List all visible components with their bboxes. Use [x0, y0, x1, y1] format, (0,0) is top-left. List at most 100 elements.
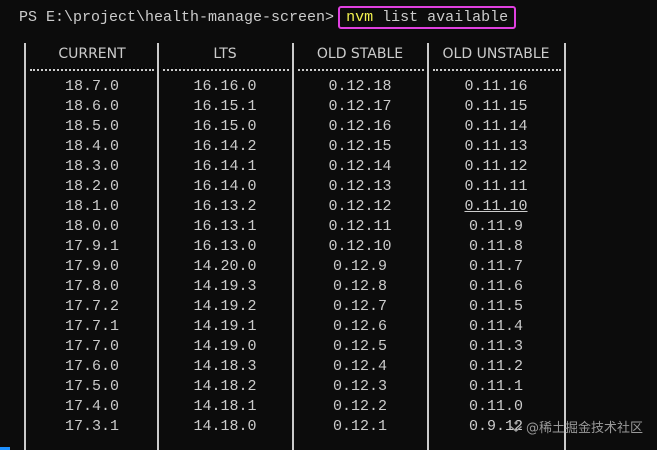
separator-dash — [433, 69, 561, 71]
separator-dash — [163, 69, 289, 71]
table-row: 18.7.0 16.16.0 0.12.18 0.11.16 — [0, 77, 657, 97]
cell-old-unstable: 0.11.5 — [468, 298, 523, 315]
table-row: 18.6.0 16.15.1 0.12.17 0.11.15 — [0, 97, 657, 117]
cell-old-stable: 0.12.8 — [332, 278, 387, 295]
cell-old-unstable: 0.11.11 — [464, 178, 528, 195]
cell-old-stable: 0.12.18 — [328, 78, 392, 95]
cell-current: 18.0.0 — [64, 218, 119, 235]
cell-current: 18.5.0 — [64, 118, 119, 135]
cell-lts: 14.20.0 — [193, 258, 257, 275]
table-row: 18.4.0 16.14.2 0.12.15 0.11.13 — [0, 137, 657, 157]
cell-old-stable: 0.12.15 — [328, 138, 392, 155]
header-old-unstable: OLD UNSTABLE — [442, 46, 550, 62]
cell-current: 18.4.0 — [64, 138, 119, 155]
terminal-window[interactable]: PS E:\project\health-manage-screen> nvm l… — [0, 0, 657, 450]
cell-lts: 16.13.2 — [193, 198, 257, 215]
table-row: 18.2.0 16.14.0 0.12.13 0.11.11 — [0, 177, 657, 197]
cell-old-unstable: 0.11.4 — [468, 318, 523, 335]
cell-old-stable: 0.12.11 — [328, 218, 392, 235]
cell-current: 17.8.0 — [64, 278, 119, 295]
cell-current: 17.7.0 — [64, 338, 119, 355]
cell-current: 17.4.0 — [64, 398, 119, 415]
table-row: 18.3.0 16.14.1 0.12.14 0.11.12 — [0, 157, 657, 177]
prompt-line: PS E:\project\health-manage-screen> nvm l… — [19, 5, 517, 29]
watermark-text: @稀土掘金技术社区 — [525, 421, 643, 436]
cell-lts: 16.14.0 — [193, 178, 257, 195]
table-row: 17.9.1 16.13.0 0.12.10 0.11.8 — [0, 237, 657, 257]
cell-old-stable: 0.12.7 — [332, 298, 387, 315]
cell-old-unstable: 0.11.16 — [464, 78, 528, 95]
table-row: 17.7.2 14.19.2 0.12.7 0.11.5 — [0, 297, 657, 317]
cell-old-stable: 0.12.10 — [328, 238, 392, 255]
cell-lts: 14.19.0 — [193, 338, 257, 355]
cell-old-stable: 0.12.6 — [332, 318, 387, 335]
cell-old-stable: 0.12.17 — [328, 98, 392, 115]
cell-lts: 14.19.2 — [193, 298, 257, 315]
cell-current: 17.7.2 — [64, 298, 119, 315]
header-separator — [0, 63, 657, 77]
cell-lts: 14.18.1 — [193, 398, 257, 415]
cell-current: 17.7.1 — [64, 318, 119, 335]
cell-lts: 14.18.2 — [193, 378, 257, 395]
cell-lts: 16.14.2 — [193, 138, 257, 155]
cell-old-stable: 0.12.9 — [332, 258, 387, 275]
separator-dash — [30, 69, 154, 71]
cell-lts: 16.14.1 — [193, 158, 257, 175]
table-header: CURRENT LTS OLD STABLE OLD UNSTABLE — [0, 44, 657, 64]
cell-old-stable: 0.12.5 — [332, 338, 387, 355]
table-row: 17.6.0 14.18.3 0.12.4 0.11.2 — [0, 357, 657, 377]
cell-current: 17.5.0 — [64, 378, 119, 395]
cell-old-stable: 0.12.16 — [328, 118, 392, 135]
table-row: 18.5.0 16.15.0 0.12.16 0.11.14 — [0, 117, 657, 137]
table-row: 17.7.0 14.19.0 0.12.5 0.11.3 — [0, 337, 657, 357]
cell-old-unstable: 0.11.10 — [464, 198, 528, 215]
cell-current: 18.2.0 — [64, 178, 119, 195]
cell-lts: 16.15.1 — [193, 98, 257, 115]
cell-current: 18.1.0 — [64, 198, 119, 215]
cell-old-unstable: 0.11.14 — [464, 118, 528, 135]
cell-lts: 14.18.0 — [193, 418, 257, 435]
cell-old-unstable: 0.11.7 — [468, 258, 523, 275]
table-row: 17.5.0 14.18.2 0.12.3 0.11.1 — [0, 377, 657, 397]
header-lts: LTS — [213, 46, 237, 62]
command-args: list available — [373, 8, 509, 26]
cell-old-stable: 0.12.14 — [328, 158, 392, 175]
header-old-stable: OLD STABLE — [316, 46, 404, 62]
cell-current: 17.9.1 — [64, 238, 119, 255]
cell-current: 17.3.1 — [64, 418, 119, 435]
command-highlight: nvm list available — [338, 5, 517, 29]
cell-current: 18.3.0 — [64, 158, 119, 175]
table-row: 17.8.0 14.19.3 0.12.8 0.11.6 — [0, 277, 657, 297]
cell-old-stable: 0.12.3 — [332, 378, 387, 395]
cell-old-stable: 0.12.1 — [332, 418, 387, 435]
cell-old-unstable: 0.11.9 — [468, 218, 523, 235]
table-row: 18.1.0 16.13.2 0.12.12 0.11.10 — [0, 197, 657, 217]
table-row: 17.7.1 14.19.1 0.12.6 0.11.4 — [0, 317, 657, 337]
separator-dash — [298, 69, 424, 71]
cell-lts: 16.13.0 — [193, 238, 257, 255]
cell-old-unstable: 0.11.3 — [468, 338, 523, 355]
cell-old-unstable: 0.11.1 — [468, 378, 523, 395]
watermark: @稀土掘金技术社区 — [509, 417, 643, 436]
table-row: 17.4.0 14.18.1 0.12.2 0.11.0 — [0, 397, 657, 417]
command-name: nvm — [346, 8, 374, 26]
cell-lts: 16.13.1 — [193, 218, 257, 235]
prompt-path: PS E:\project\health-manage-screen> — [19, 8, 335, 26]
cell-old-stable: 0.12.12 — [328, 198, 392, 215]
cell-current: 18.6.0 — [64, 98, 119, 115]
cell-old-unstable: 0.11.0 — [468, 398, 523, 415]
cell-lts: 14.19.3 — [193, 278, 257, 295]
cell-old-unstable: 0.11.13 — [464, 138, 528, 155]
cell-old-unstable: 0.11.15 — [464, 98, 528, 115]
header-current: CURRENT — [58, 46, 126, 62]
cell-old-stable: 0.12.4 — [332, 358, 387, 375]
cell-lts: 14.19.1 — [193, 318, 257, 335]
cell-old-unstable: 0.11.6 — [468, 278, 523, 295]
juejin-logo-icon — [509, 420, 522, 432]
cell-current: 17.6.0 — [64, 358, 119, 375]
cell-current: 18.7.0 — [64, 78, 119, 95]
cell-current: 17.9.0 — [64, 258, 119, 275]
cell-old-stable: 0.12.2 — [332, 398, 387, 415]
table-row: 17.9.0 14.20.0 0.12.9 0.11.7 — [0, 257, 657, 277]
cell-old-stable: 0.12.13 — [328, 178, 392, 195]
